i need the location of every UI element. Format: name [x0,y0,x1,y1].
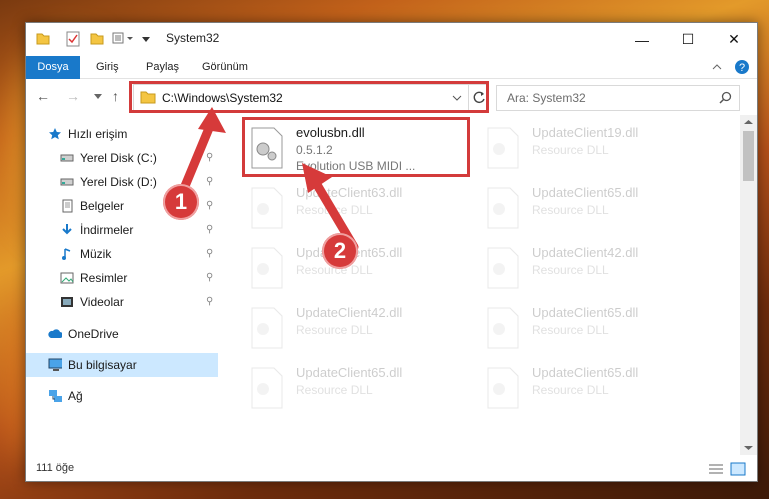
search-icon[interactable] [719,91,732,104]
file-type: Resource DLL [296,383,373,397]
callout-2-badge: 2 [322,233,358,269]
file-name: UpdateClient65.dll [532,365,639,380]
sidebar-item-label: Ağ [68,389,83,403]
pictures-icon [60,272,74,284]
file-type: Resource DLL [296,323,373,337]
minimize-button[interactable]: — [619,23,665,56]
file-item[interactable]: UpdateClient42.dll Resource DLL [248,301,478,357]
file-type: Resource DLL [532,143,609,157]
sidebar-item-label: OneDrive [68,327,119,341]
file-name: UpdateClient65.dll [532,305,639,320]
pin-icon: ⚲ [206,248,214,259]
pin-icon: ⚲ [206,224,214,235]
sidebar-item-label: Müzik [80,247,112,261]
dll-file-icon [487,307,519,349]
large-icons-view-icon[interactable] [730,462,746,476]
details-view-icon[interactable] [708,463,724,475]
tab-home[interactable]: Giriş [96,56,119,78]
file-type: Resource DLL [532,203,609,217]
file-name: UpdateClient42.dll [296,305,403,320]
documents-icon [62,199,73,213]
close-button[interactable]: ✕ [711,23,757,56]
file-name: UpdateClient42.dll [532,245,639,260]
dll-file-icon [487,367,519,409]
videos-icon [61,297,73,307]
forward-button[interactable]: → [66,88,80,104]
file-type: Resource DLL [532,263,609,277]
svg-text:?: ? [739,62,745,74]
drive-icon [60,154,74,162]
sidebar-item-label: İndirmeler [80,223,134,237]
maximize-button[interactable]: ☐ [665,23,711,56]
new-folder-icon[interactable] [90,31,104,47]
pin-icon: ⚲ [206,296,214,307]
file-type: Resource DLL [532,323,609,337]
file-name: UpdateClient65.dll [532,185,639,200]
music-icon [62,248,71,260]
star-icon [49,128,61,140]
ribbon-tabs: Dosya Giriş Paylaş Görünüm ? [26,56,757,112]
sidebar-item-label: Bu bilgisayar [68,358,137,372]
dll-file-icon [251,187,283,229]
file-name: UpdateClient19.dll [532,125,639,140]
title-bar: System32 — ☐ ✕ [26,23,757,56]
sidebar-item-music[interactable]: Müzik ⚲ [60,243,220,265]
tab-share[interactable]: Paylaş [146,56,179,78]
file-item[interactable]: UpdateClient42.dll Resource DLL [484,241,714,297]
sidebar-item-label: Resimler [80,271,128,285]
sidebar-item-videos[interactable]: Videolar ⚲ [60,291,220,313]
dll-file-icon [251,307,283,349]
cloud-icon [48,329,62,338]
file-item[interactable]: UpdateClient65.dll Resource DLL [248,361,478,417]
sidebar-item-label: Yerel Disk (C:) [80,151,157,165]
sidebar-item-label: Belgeler [80,199,125,213]
chevron-up-icon[interactable] [712,62,722,72]
network-icon [49,390,62,402]
up-button[interactable]: ↑ [112,88,119,104]
customize-toolbar-icon[interactable] [112,31,136,47]
dll-file-icon [487,247,519,289]
sidebar-item-label: Yerel Disk (D:) [80,175,157,189]
file-item[interactable]: UpdateClient65.dll Resource DLL [484,301,714,357]
sidebar-item-downloads[interactable]: İndirmeler ⚲ [60,219,220,241]
tab-view[interactable]: Görünüm [202,56,248,78]
status-bar: 111 öğe [26,457,757,481]
pin-icon: ⚲ [206,272,214,283]
sidebar-item-label: Hızlı erişim [68,127,128,141]
help-icon[interactable]: ? [734,59,750,75]
recent-locations-icon[interactable] [94,94,102,100]
sidebar-item-label: Videolar [80,295,124,309]
download-icon [62,224,72,235]
back-button[interactable]: ← [36,88,50,104]
chevron-down-icon[interactable] [142,35,150,51]
scroll-up-icon[interactable] [744,119,753,125]
dll-file-icon [251,367,283,409]
properties-icon[interactable] [66,31,80,47]
dll-file-icon [487,187,519,229]
sidebar-item-pictures[interactable]: Resimler ⚲ [60,267,220,289]
explorer-window: System32 — ☐ ✕ Dosya Giriş Paylaş Görünü… [25,22,758,482]
dll-file-icon [251,247,283,289]
folder-icon [36,33,50,45]
window-title: System32 [166,31,220,45]
file-item[interactable]: UpdateClient65.dll Resource DLL [484,181,714,237]
scroll-thumb[interactable] [743,131,754,181]
search-placeholder: Ara: System32 [507,91,586,105]
file-type: Resource DLL [532,383,609,397]
drive-icon [60,178,74,186]
computer-icon [48,358,62,371]
item-count: 111 öğe [36,462,75,474]
callout-1-badge: 1 [163,184,199,220]
file-name: UpdateClient65.dll [296,365,403,380]
file-item[interactable]: UpdateClient65.dll Resource DLL [484,361,714,417]
vertical-scrollbar[interactable] [740,115,757,455]
scroll-down-icon[interactable] [744,445,753,451]
dll-file-icon [487,127,519,169]
file-item[interactable]: UpdateClient19.dll Resource DLL [484,121,714,177]
search-field[interactable]: Ara: System32 [496,85,740,111]
address-row: ← → ↑ C:\Windows\System32 Ara: System32 [26,79,757,115]
